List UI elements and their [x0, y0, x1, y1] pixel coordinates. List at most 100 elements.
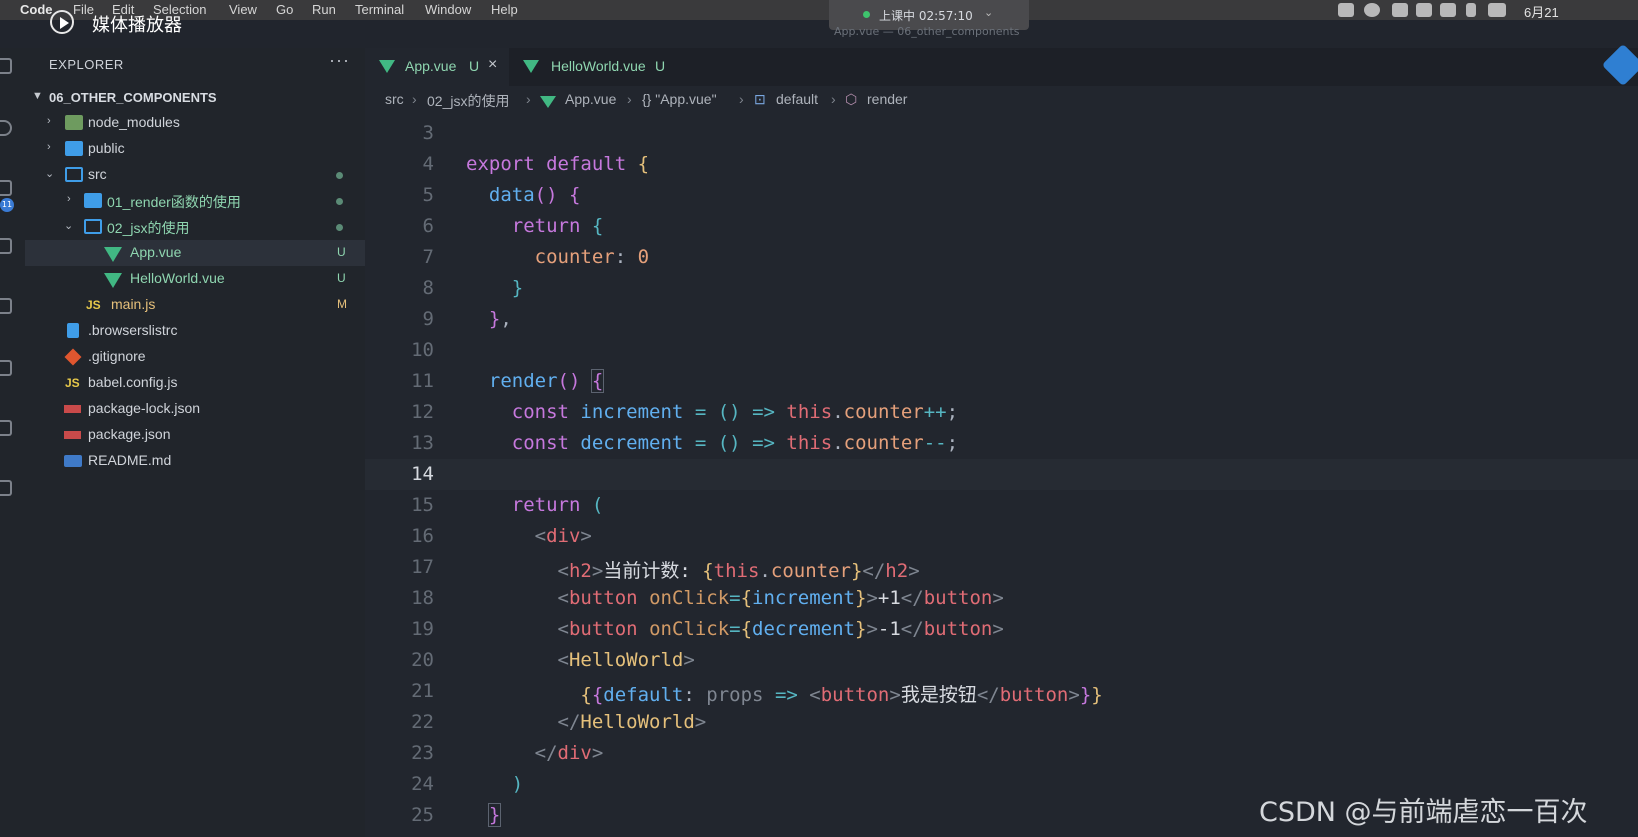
search-icon[interactable] — [0, 120, 12, 136]
tree-item-src[interactable]: ⌄ src — [25, 162, 365, 188]
explorer-icon[interactable] — [0, 58, 12, 74]
breadcrumb-module[interactable]: {} "App.vue" — [642, 91, 717, 107]
line-number: 6 — [422, 215, 434, 237]
grid-icon[interactable] — [1416, 3, 1432, 17]
tree-item-label: package-lock.json — [88, 400, 201, 416]
tree-item-helloworld-vue[interactable]: HelloWorld.vue U — [25, 266, 365, 292]
code-text: {{default: props => <button>我是按钮</button… — [580, 684, 1103, 706]
line-number: 14 — [411, 463, 434, 485]
menu-go[interactable]: Go — [276, 2, 293, 17]
editor-group: App.vue U × HelloWorld.vue U src › 02_js… — [365, 43, 1638, 837]
menubar-date[interactable]: 6月21 — [1524, 2, 1559, 21]
code-text: </div> — [534, 742, 604, 764]
code-line: 6 return { — [365, 211, 1638, 242]
tree-item-readme[interactable]: README.md — [25, 448, 365, 474]
breadcrumb-folder[interactable]: 02_jsx的使用 — [427, 91, 509, 111]
breadcrumb-render[interactable]: render — [867, 91, 907, 107]
bluetooth-icon[interactable] — [1466, 3, 1476, 17]
menu-run[interactable]: Run — [312, 2, 336, 17]
code-text: }, — [488, 308, 512, 330]
tab-helloworld-vue[interactable]: HelloWorld.vue U — [509, 48, 679, 86]
tree-item-node-modules[interactable]: › node_modules — [25, 110, 365, 136]
screen-record-icon[interactable] — [1338, 3, 1354, 17]
tree-item-02-jsx[interactable]: ⌄ 02_jsx的使用 — [25, 214, 365, 240]
vue-file-icon — [104, 247, 122, 262]
tree-item-package-json[interactable]: package.json — [25, 422, 365, 448]
s-app-icon[interactable] — [1440, 3, 1456, 17]
tree-item-label: 01_render函数的使用 — [107, 194, 241, 210]
tree-item-label: README.md — [88, 452, 172, 468]
explorer-header: EXPLORER — [49, 57, 124, 72]
code-line: 9 }, — [365, 304, 1638, 335]
menu-app-name[interactable]: Code — [20, 2, 53, 17]
vue-file-icon — [379, 60, 395, 73]
code-line: 10 — [365, 335, 1638, 366]
line-number: 10 — [411, 339, 434, 361]
status-tray: 6月21 — [1338, 0, 1638, 20]
wifi-icon[interactable] — [1488, 3, 1506, 17]
source-control-badge: 11 — [0, 198, 14, 212]
line-number: 8 — [422, 277, 434, 299]
code-line-current: 14 — [365, 459, 1638, 490]
menu-terminal[interactable]: Terminal — [355, 2, 404, 17]
breadcrumb-src[interactable]: src — [385, 91, 404, 107]
code-line: 20 <HelloWorld> — [365, 645, 1638, 676]
device-icon[interactable] — [0, 420, 12, 436]
menu-view[interactable]: View — [229, 2, 257, 17]
tree-item-browserslistrc[interactable]: .browserslistrc — [25, 318, 365, 344]
extensions-icon[interactable] — [0, 298, 12, 314]
code-line: 4 export default { — [365, 149, 1638, 180]
tree-item-main-js[interactable]: JS main.js M — [25, 292, 365, 318]
modified-dot — [336, 198, 343, 205]
code-text: data() { — [488, 184, 581, 206]
breadcrumb-file[interactable]: App.vue — [565, 91, 616, 107]
app-icon[interactable] — [1392, 3, 1408, 17]
media-player-label: 媒体播放器 — [92, 15, 182, 36]
remote-icon[interactable] — [0, 360, 12, 376]
line-number: 23 — [411, 742, 434, 764]
source-control-icon[interactable] — [0, 180, 12, 196]
play-icon[interactable] — [50, 10, 74, 34]
tree-item-public[interactable]: › public — [25, 136, 365, 162]
code-text: ) — [511, 773, 524, 795]
explorer-sidebar: EXPLORER ··· ▼ 06_OTHER_COMPONENTS › nod… — [25, 48, 365, 837]
tree-item-01-render[interactable]: › 01_render函数的使用 — [25, 188, 365, 214]
run-debug-icon[interactable] — [0, 238, 12, 254]
line-number: 12 — [411, 401, 434, 423]
config-file-icon — [67, 323, 79, 338]
menu-help[interactable]: Help — [491, 2, 518, 17]
close-icon[interactable]: × — [488, 56, 497, 74]
code-editor[interactable]: 3 4 export default { 5 data() { 6 return… — [365, 118, 1638, 837]
project-root[interactable]: ▼ 06_OTHER_COMPONENTS — [25, 86, 365, 110]
tree-item-app-vue[interactable]: App.vue U — [25, 240, 365, 266]
chevron-down-icon: ⌄ — [984, 6, 994, 19]
chevron-down-icon: ⌄ — [64, 220, 74, 232]
code-text: } — [487, 803, 502, 827]
line-number: 13 — [411, 432, 434, 454]
node-modules-folder-icon — [65, 115, 83, 130]
copy-icon[interactable] — [0, 480, 12, 496]
tree-item-gitignore[interactable]: .gitignore — [25, 344, 365, 370]
tree-item-label: public — [88, 140, 125, 156]
preview-icon[interactable] — [1601, 43, 1638, 87]
code-line: 5 data() { — [365, 180, 1638, 211]
code-text: return { — [511, 215, 604, 237]
menu-window[interactable]: Window — [425, 2, 471, 17]
paypal-icon[interactable] — [1364, 3, 1380, 17]
code-line: 7 counter: 0 — [365, 242, 1638, 273]
tree-item-babel-config[interactable]: JS babel.config.js — [25, 370, 365, 396]
tab-app-vue[interactable]: App.vue U × — [365, 48, 509, 86]
tree-item-label: App.vue — [130, 244, 182, 260]
code-line: 11 render() { — [365, 366, 1638, 397]
code-text: <h2>当前计数: {this.counter}</h2> — [557, 560, 920, 582]
git-file-icon — [64, 348, 82, 366]
tab-bar: App.vue U × HelloWorld.vue U — [365, 43, 1638, 87]
code-line: 17 <h2>当前计数: {this.counter}</h2> — [365, 552, 1638, 583]
folder-open-icon — [84, 219, 102, 234]
menu-file[interactable]: File — [73, 2, 94, 17]
line-number: 9 — [422, 308, 434, 330]
tree-item-package-lock[interactable]: package-lock.json — [25, 396, 365, 422]
more-actions-icon[interactable]: ··· — [329, 50, 350, 71]
chevron-down-icon: ▼ — [32, 90, 43, 102]
breadcrumb-default[interactable]: default — [776, 91, 818, 107]
